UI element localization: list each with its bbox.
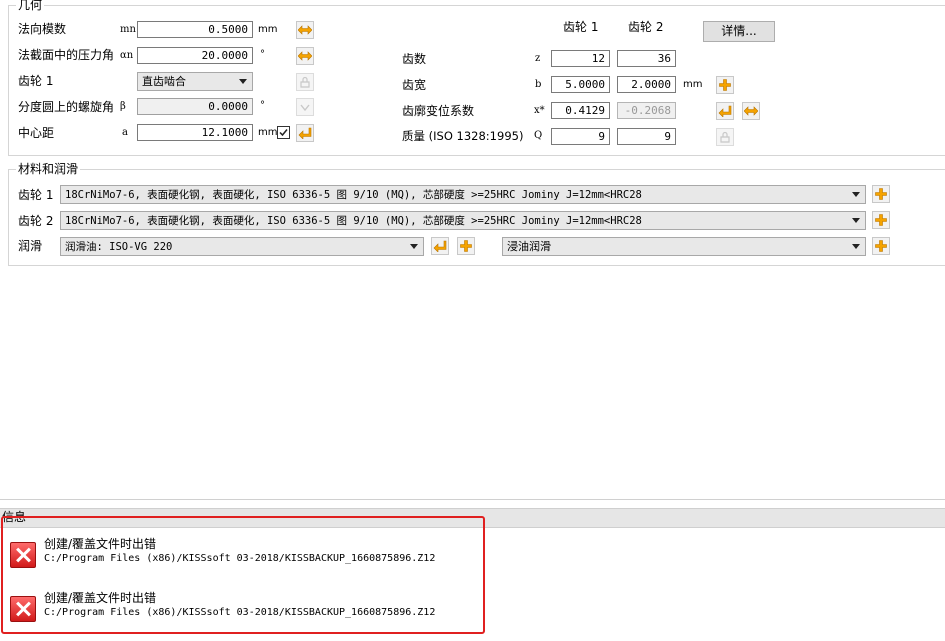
center-distance-symbol: a	[122, 127, 128, 138]
helix-angle-unit: °	[260, 100, 265, 111]
center-distance-field[interactable]: 12.1000	[137, 124, 253, 141]
quality-gear2-field[interactable]: 9	[617, 128, 676, 145]
info-message-1[interactable]: 创建/覆盖文件时出错 C:/Program Files (x86)/KISSso…	[0, 534, 480, 574]
quality-symbol: Q	[534, 130, 543, 141]
info-message-2[interactable]: 创建/覆盖文件时出错 C:/Program Files (x86)/KISSso…	[0, 588, 480, 628]
material-gear2-plus-button[interactable]	[872, 211, 890, 229]
lubrication-label: 润滑	[18, 239, 43, 253]
center-distance-checkbox[interactable]	[277, 126, 290, 139]
lubrication-method-value: 浸油润滑	[507, 240, 551, 253]
chevron-down-icon	[852, 218, 860, 223]
plus-icon	[460, 240, 472, 252]
center-distance-label: 中心距	[18, 126, 55, 140]
plus-icon	[875, 214, 887, 226]
face-width-symbol: b	[535, 79, 542, 90]
splitter[interactable]	[0, 499, 945, 500]
profile-shift-label: 齿廓变位系数	[402, 104, 475, 118]
face-width-gear1-field[interactable]: 5.0000	[551, 76, 610, 93]
profile-shift-sync-button[interactable]	[742, 102, 760, 120]
face-width-gear2-field[interactable]: 2.0000	[617, 76, 676, 93]
geometry-group-title: 几何	[16, 0, 45, 12]
chevron-down-icon	[852, 192, 860, 197]
lubrication-method-plus-button[interactable]	[872, 237, 890, 255]
normal-module-symbol: mn	[120, 24, 136, 35]
chevron-down-icon	[410, 244, 418, 249]
chevron-down-icon	[852, 244, 860, 249]
helix-angle-field[interactable]: 0.0000	[137, 98, 253, 115]
info-message-title: 创建/覆盖文件时出错	[44, 537, 157, 551]
face-width-label: 齿宽	[402, 78, 427, 92]
normal-module-sync-button[interactable]	[296, 21, 314, 39]
plus-icon	[719, 79, 731, 91]
materials-group-title: 材料和润滑	[16, 162, 81, 176]
center-distance-enter-button[interactable]	[296, 124, 314, 142]
gear2-column-header: 齿轮 2	[628, 20, 664, 34]
lubricant-value: 润滑油: ISO-VG 220	[65, 241, 173, 253]
enter-arrow-icon	[433, 240, 447, 252]
face-width-unit: mm	[683, 79, 703, 90]
teeth-gear2-field[interactable]: 36	[617, 50, 676, 67]
info-message-path: C:/Program Files (x86)/KISSsoft 03-2018/…	[44, 553, 436, 564]
profile-shift-gear1-field[interactable]: 0.4129	[551, 102, 610, 119]
quality-label: 质量 (ISO 1328:1995)	[402, 129, 524, 143]
double-arrow-icon	[298, 25, 312, 35]
enter-arrow-icon	[298, 127, 312, 139]
checkmark-icon	[279, 129, 288, 137]
teeth-label: 齿数	[402, 52, 427, 66]
profile-shift-enter-button[interactable]	[716, 102, 734, 120]
lubricant-plus-button[interactable]	[457, 237, 475, 255]
pressure-angle-field[interactable]: 20.0000	[137, 47, 253, 64]
material-gear1-label: 齿轮 1	[18, 188, 54, 202]
chevron-down-icon	[239, 79, 247, 84]
double-arrow-icon	[298, 51, 312, 61]
pressure-angle-unit: °	[260, 49, 265, 60]
gear-type-lock-button[interactable]	[296, 73, 314, 91]
error-x-icon	[10, 596, 36, 622]
details-button[interactable]: 详情...	[703, 21, 775, 42]
plus-icon	[875, 188, 887, 200]
lubricant-select[interactable]: 润滑油: ISO-VG 220	[60, 237, 424, 256]
helix-angle-disabled-button[interactable]	[296, 98, 314, 116]
enter-arrow-icon	[718, 105, 732, 117]
quality-gear1-field[interactable]: 9	[551, 128, 610, 145]
material-gear1-select[interactable]: 18CrNiMo7-6, 表面硬化钢, 表面硬化, ISO 6336-5 图 9…	[60, 185, 866, 204]
center-distance-unit: mm	[258, 127, 278, 138]
normal-module-field[interactable]: 0.5000	[137, 21, 253, 38]
double-arrow-icon	[744, 106, 758, 116]
material-gear2-label: 齿轮 2	[18, 214, 54, 228]
teeth-gear1-field[interactable]: 12	[551, 50, 610, 67]
lock-icon	[299, 76, 311, 88]
lock-icon	[719, 131, 731, 143]
teeth-symbol: z	[535, 53, 541, 64]
material-gear1-value: 18CrNiMo7-6, 表面硬化钢, 表面硬化, ISO 6336-5 图 9…	[65, 189, 642, 201]
lubrication-method-select[interactable]: 浸油润滑	[502, 237, 866, 256]
chevron-down-icon	[299, 101, 311, 113]
pressure-angle-label: 法截面中的压力角	[18, 48, 115, 62]
face-width-plus-button[interactable]	[716, 76, 734, 94]
normal-module-unit: mm	[258, 24, 278, 35]
error-x-icon	[10, 542, 36, 568]
normal-module-label: 法向模数	[18, 22, 67, 36]
pressure-angle-symbol: αn	[120, 50, 134, 61]
plus-icon	[875, 240, 887, 252]
quality-lock-button[interactable]	[716, 128, 734, 146]
material-gear2-select[interactable]: 18CrNiMo7-6, 表面硬化钢, 表面硬化, ISO 6336-5 图 9…	[60, 211, 866, 230]
gear1-column-header: 齿轮 1	[563, 20, 599, 34]
profile-shift-symbol: x*	[534, 105, 545, 116]
info-message-path: C:/Program Files (x86)/KISSsoft 03-2018/…	[44, 607, 436, 618]
helix-angle-symbol: β	[120, 101, 126, 112]
info-message-title: 创建/覆盖文件时出错	[44, 591, 157, 605]
helix-angle-label: 分度圆上的螺旋角	[18, 100, 115, 114]
gear1-type-label: 齿轮 1	[18, 74, 54, 88]
profile-shift-gear2-field[interactable]: -0.2068	[617, 102, 676, 119]
lubricant-enter-button[interactable]	[431, 237, 449, 255]
material-gear1-plus-button[interactable]	[872, 185, 890, 203]
gear-type-select[interactable]: 直齿啮合	[137, 72, 253, 91]
gear-type-value: 直齿啮合	[142, 75, 186, 88]
pressure-angle-sync-button[interactable]	[296, 47, 314, 65]
material-gear2-value: 18CrNiMo7-6, 表面硬化钢, 表面硬化, ISO 6336-5 图 9…	[65, 215, 642, 227]
